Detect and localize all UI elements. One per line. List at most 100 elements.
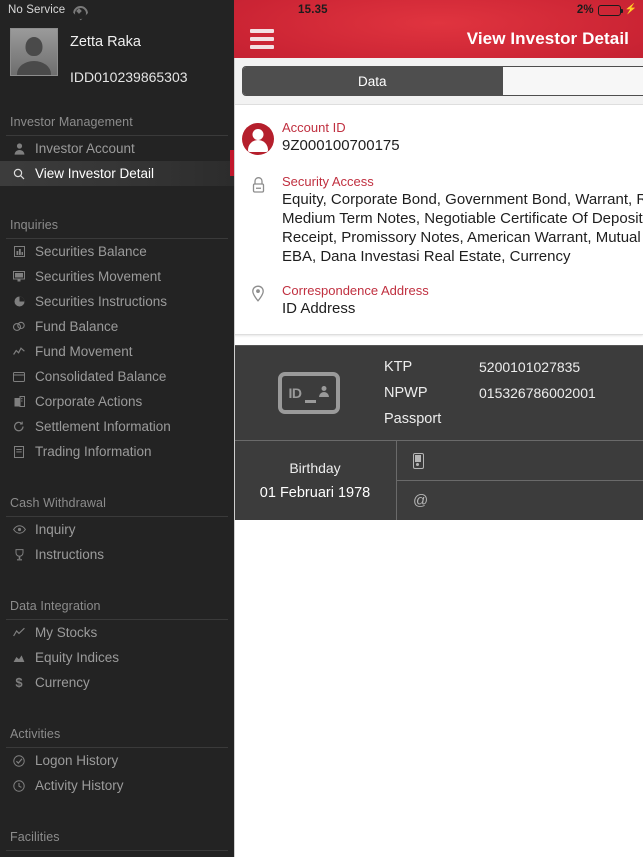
building-icon bbox=[10, 396, 28, 407]
sidebar-item-consolidated-balance[interactable]: Consolidated Balance bbox=[0, 364, 234, 389]
app-root: No Service Zetta Raka IDD010239865303 In… bbox=[0, 0, 643, 857]
sidebar-item-inquiry[interactable]: Inquiry bbox=[0, 517, 234, 542]
correspondence-address-row: Correspondence Address ID Address bbox=[234, 270, 643, 322]
sidebar-item-label: Instructions bbox=[35, 547, 105, 562]
field-key: KTP bbox=[384, 359, 413, 375]
sidebar-item-activity-history[interactable]: Activity History bbox=[0, 773, 234, 798]
identity-field-npwp: NPWP 015326786002001 bbox=[384, 380, 643, 406]
document-icon bbox=[10, 445, 28, 458]
sidebar-item-view-investor-detail[interactable]: View Investor Detail bbox=[0, 161, 234, 186]
battery-percent: 2% bbox=[576, 4, 594, 16]
identity-field-passport: Passport bbox=[384, 406, 643, 432]
tab-data[interactable]: Data bbox=[243, 67, 503, 95]
sidebar-item-settlement-information[interactable]: Settlement Information bbox=[0, 414, 234, 439]
sidebar-menu: Investor Management Investor Account Vie… bbox=[0, 105, 234, 857]
sidebar-profile[interactable]: Zetta Raka IDD010239865303 bbox=[0, 20, 234, 105]
eye-icon bbox=[10, 525, 28, 534]
sidebar: No Service Zetta Raka IDD010239865303 In… bbox=[0, 0, 234, 857]
identity-personal: Birthday 01 Februari 1978 @ bbox=[234, 440, 643, 520]
sidebar-section-title-cash-withdrawal: Cash Withdrawal bbox=[10, 496, 106, 510]
carrier-label: No Service bbox=[8, 4, 66, 16]
status-right-group: 2% ⚡ bbox=[577, 4, 637, 16]
birthday-value: 01 Februari 1978 bbox=[259, 484, 371, 501]
identity-documents: ID KTP 5200101027835 NPWP 01532678600200… bbox=[234, 346, 643, 440]
sidebar-item-label: Securities Movement bbox=[35, 269, 162, 284]
sidebar-item-label: Corporate Actions bbox=[35, 394, 143, 409]
security-access-value: Equity, Corporate Bond, Government Bond,… bbox=[282, 190, 643, 266]
sidebar-item-logon-history[interactable]: Logon History bbox=[0, 748, 234, 773]
sidebar-item-label: Investor Account bbox=[35, 141, 135, 156]
monitor-icon bbox=[10, 271, 28, 282]
birthday-block: Birthday 01 Februari 1978 bbox=[234, 441, 397, 520]
sidebar-item-label: Securities Instructions bbox=[35, 294, 168, 309]
account-circle-icon bbox=[234, 119, 282, 155]
sidebar-item-equity-indices[interactable]: Equity Indices bbox=[0, 645, 234, 670]
security-access-line: Equity, Corporate Bond, Government Bond,… bbox=[282, 191, 643, 208]
sidebar-item-securities-movement[interactable]: Securities Movement bbox=[0, 264, 234, 289]
sidebar-item-fund-balance[interactable]: Fund Balance bbox=[0, 314, 234, 339]
refresh-icon bbox=[10, 421, 28, 432]
pie-chart-icon bbox=[10, 296, 28, 307]
security-access-label: Security Access bbox=[282, 174, 374, 189]
sidebar-item-label: View Investor Detail bbox=[35, 166, 155, 181]
id-card-icon-text: ID bbox=[288, 385, 303, 401]
avatar bbox=[10, 28, 58, 76]
account-id-label: Account ID bbox=[282, 120, 346, 135]
account-id-value: 9Z000100700175 bbox=[282, 137, 400, 154]
sidebar-item-trading-information[interactable]: Trading Information bbox=[0, 439, 234, 464]
window-icon bbox=[10, 371, 28, 382]
field-key: Passport bbox=[384, 411, 442, 427]
security-access-line: Medium Term Notes, Negotiable Certificat… bbox=[282, 210, 643, 227]
sidebar-item-label: Settlement Information bbox=[35, 419, 171, 434]
sidebar-item-securities-instructions[interactable]: Securities Instructions bbox=[0, 289, 234, 314]
correspondence-address-value: ID Address bbox=[282, 300, 356, 317]
sidebar-item-label: Activity History bbox=[35, 778, 124, 793]
dollar-icon: $ bbox=[15, 675, 23, 690]
sidebar-item-label: Trading Information bbox=[35, 444, 152, 459]
sidebar-item-securities-balance[interactable]: Securities Balance bbox=[0, 239, 234, 264]
contact-phone-row bbox=[397, 441, 643, 480]
sidebar-item-corporate-actions[interactable]: Corporate Actions bbox=[0, 389, 234, 414]
top-bar: 15.35 2% ⚡ View Investor Detail bbox=[234, 0, 643, 58]
sidebar-item-fund-movement[interactable]: Fund Movement bbox=[0, 339, 234, 364]
bar-chart-icon bbox=[10, 246, 28, 257]
sidebar-item-label: Inquiry bbox=[35, 522, 76, 537]
panel-left-border bbox=[234, 58, 235, 857]
hamburger-menu-icon[interactable] bbox=[250, 29, 274, 49]
sidebar-item-label: Fund Balance bbox=[35, 319, 119, 334]
correspondence-address-label: Correspondence Address bbox=[282, 283, 429, 298]
mobile-phone-icon bbox=[413, 452, 435, 469]
sidebar-item-investor-account[interactable]: Investor Account bbox=[0, 136, 234, 161]
sidebar-item-instructions[interactable]: Instructions bbox=[0, 542, 234, 567]
lock-icon bbox=[234, 173, 282, 194]
magnifier-icon bbox=[10, 168, 28, 180]
sidebar-item-label: Equity Indices bbox=[35, 650, 120, 665]
field-value: 015326786002001 bbox=[479, 385, 596, 401]
sidebar-section-title-investor-management: Investor Management bbox=[10, 115, 133, 129]
profile-name: Zetta Raka bbox=[70, 34, 141, 50]
main-status-bar: 15.35 2% ⚡ bbox=[234, 0, 643, 20]
investor-info-card: Account ID 9Z000100700175 Security Acces… bbox=[234, 105, 643, 335]
identity-panel: ID KTP 5200101027835 NPWP 01532678600200… bbox=[234, 345, 643, 520]
sidebar-item-my-stocks[interactable]: My Stocks bbox=[0, 620, 234, 645]
segmented-control[interactable]: Data bbox=[242, 66, 643, 96]
lightning-bolt-icon: ⚡ bbox=[624, 4, 637, 15]
contact-email-row: @ bbox=[397, 480, 643, 520]
security-access-row: Security Access Equity, Corporate Bond, … bbox=[234, 159, 643, 270]
status-time: 15.35 bbox=[298, 4, 328, 16]
sidebar-item-label: Fund Movement bbox=[35, 344, 133, 359]
field-key: NPWP bbox=[384, 385, 428, 401]
sidebar-item-label: Currency bbox=[35, 675, 90, 690]
area-chart-icon bbox=[10, 653, 28, 663]
identity-field-ktp: KTP 5200101027835 bbox=[384, 354, 643, 380]
profile-investor-id: IDD010239865303 bbox=[70, 69, 188, 85]
location-pin-icon bbox=[234, 282, 282, 303]
sidebar-section-title-data-integration: Data Integration bbox=[10, 599, 101, 613]
account-id-row: Account ID 9Z000100700175 bbox=[234, 115, 643, 159]
id-card-icon: ID bbox=[234, 372, 384, 414]
sidebar-item-currency[interactable]: $ Currency bbox=[0, 670, 234, 695]
sidebar-item-label: Securities Balance bbox=[35, 244, 147, 259]
sidebar-status-bar: No Service bbox=[0, 0, 234, 20]
at-sign-icon: @ bbox=[413, 492, 429, 509]
tab-secondary[interactable] bbox=[502, 67, 643, 95]
